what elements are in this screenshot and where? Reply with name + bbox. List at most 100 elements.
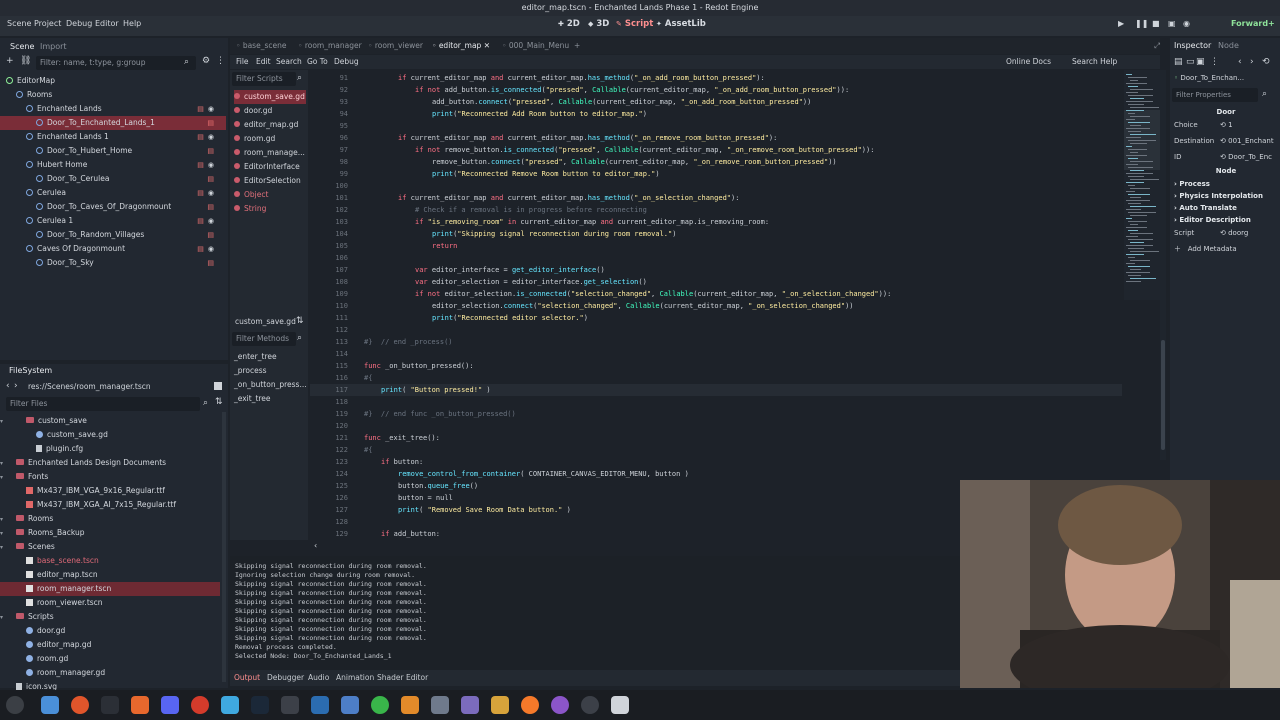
notes-icon[interactable]	[461, 696, 479, 714]
method-item[interactable]: _enter_tree	[234, 350, 306, 364]
collapse-icon[interactable]: ‹	[314, 541, 317, 550]
code-line[interactable]: print( "Button pressed!" )	[381, 386, 491, 394]
file-item[interactable]: base_scene.tscn	[0, 554, 220, 568]
code-line[interactable]: return	[432, 242, 457, 250]
filter-icon[interactable]: ⚙	[202, 56, 210, 66]
code-line[interactable]: if "is_removing_room" in current_editor_…	[415, 218, 769, 226]
blender-tool-icon[interactable]	[281, 696, 299, 714]
code-line[interactable]: #} // end func _on_button_pressed()	[364, 410, 516, 418]
tab-main-menu[interactable]: ◦ 000_Main_Menu	[502, 41, 569, 50]
scene-node[interactable]: Rooms	[0, 88, 226, 102]
play-icon[interactable]: ▶	[1118, 19, 1124, 28]
clock-icon[interactable]	[581, 696, 599, 714]
document-icon[interactable]	[341, 696, 359, 714]
file-item[interactable]: ▾ Rooms	[0, 512, 220, 526]
menu-help[interactable]: Help	[123, 19, 141, 28]
add-metadata-button[interactable]: ＋ Add Metadata	[1174, 243, 1278, 255]
node-indicators[interactable]: ▤◉	[197, 158, 218, 172]
back-icon[interactable]: ‹	[6, 381, 10, 391]
chrome-icon[interactable]	[371, 696, 389, 714]
link-icon[interactable]: ⛓	[20, 56, 31, 66]
script-list-item[interactable]: custom_save.gd	[234, 90, 306, 104]
scene-node[interactable]: Door_To_Cerulea ▤	[0, 172, 226, 186]
sort-icon[interactable]: ⇅	[215, 397, 223, 407]
script-list-item[interactable]: room.gd	[234, 132, 306, 146]
tab-shader-editor[interactable]: Shader Editor	[377, 673, 428, 682]
file-item[interactable]: ▾ Enchanted Lands Design Documents	[0, 456, 220, 470]
terminal-icon[interactable]	[101, 696, 119, 714]
files-filter-input[interactable]: Filter Files	[6, 397, 200, 411]
code-line[interactable]: remove_button.connect("pressed", Callabl…	[432, 158, 837, 166]
script-list-item[interactable]: door.gd	[234, 104, 306, 118]
add-node-icon[interactable]: +	[6, 56, 14, 66]
file-item[interactable]: custom_save.gd	[0, 428, 220, 442]
scene-node[interactable]: Door_To_Hubert_Home ▤	[0, 144, 226, 158]
forward-icon[interactable]: ›	[14, 381, 18, 391]
code-line[interactable]: editor_selection.connect("selection_chan…	[432, 302, 854, 310]
menu-file[interactable]: File	[236, 57, 249, 66]
scene-node[interactable]: Door_To_Random_Villages ▤	[0, 228, 226, 242]
script-list-item[interactable]: editor_map.gd	[234, 118, 306, 132]
section-physics-interpolation[interactable]: › Physics Interpolation	[1174, 190, 1278, 202]
file-item[interactable]: room_manager.tscn	[0, 582, 220, 596]
node-indicators[interactable]: ▤	[207, 228, 218, 242]
sort-icon[interactable]: ⇅	[296, 316, 304, 326]
code-line[interactable]: #} // end _process()	[364, 338, 453, 346]
file-item[interactable]: ▾ Scripts	[0, 610, 220, 624]
firefox-icon[interactable]	[71, 696, 89, 714]
code-line[interactable]: #{	[364, 374, 372, 382]
split-icon[interactable]	[214, 382, 222, 390]
vscode-icon[interactable]	[221, 696, 239, 714]
more-icon[interactable]: ⋮	[216, 56, 225, 66]
section-editor-description[interactable]: › Editor Description	[1174, 214, 1278, 226]
method-item[interactable]: _on_button_press...	[234, 378, 307, 392]
menu-debug[interactable]: Debug	[66, 19, 92, 28]
code-scrollbar[interactable]	[1160, 70, 1166, 460]
tab-audio[interactable]: Audio	[308, 673, 329, 682]
tab-node[interactable]: Node	[1218, 41, 1239, 50]
file-manager-icon[interactable]	[41, 696, 59, 714]
section-process[interactable]: › Process	[1174, 178, 1278, 190]
file-item[interactable]: ▾ Scenes	[0, 540, 220, 554]
code-line[interactable]: var editor_interface = get_editor_interf…	[415, 266, 605, 274]
add-tab-icon[interactable]: +	[574, 41, 580, 50]
workspace-3d[interactable]: ◆ 3D	[588, 19, 609, 29]
file-item[interactable]: Mx437_IBM_XGA_AI_7x15_Regular.ttf	[0, 498, 220, 512]
app-icon[interactable]	[131, 696, 149, 714]
tab-import[interactable]: Import	[40, 42, 67, 51]
tab-inspector[interactable]: Inspector	[1174, 41, 1211, 50]
code-editor[interactable]: 91 if current_editor_map and current_edit…	[310, 70, 1122, 540]
script-list-item[interactable]: Object	[234, 188, 306, 202]
filter-scripts-input[interactable]: Filter Scripts	[232, 72, 296, 86]
node-indicators[interactable]: ▤◉	[197, 130, 218, 144]
inspector-property[interactable]: Destination ⟲ 001_Enchant	[1174, 135, 1278, 147]
code-line[interactable]: func _on_button_pressed():	[364, 362, 474, 370]
code-line[interactable]: print("Reconnected editor selector.")	[432, 314, 588, 322]
back-icon[interactable]: ‹	[1238, 57, 1242, 67]
code-line[interactable]: # Check if a removal is in progress befo…	[415, 206, 647, 214]
inspector-property[interactable]: Choice ⟲ 1	[1174, 119, 1278, 131]
menu-edit[interactable]: Edit	[256, 57, 271, 66]
minimap[interactable]	[1124, 70, 1160, 300]
tab-editor-map[interactable]: ◦ editor_map ✕	[432, 41, 490, 50]
code-line[interactable]: if not remove_button.is_connected("press…	[415, 146, 874, 154]
method-item[interactable]: _exit_tree	[234, 392, 306, 406]
scene-node[interactable]: Enchanted Lands ▤◉	[0, 102, 226, 116]
forward-icon[interactable]: ›	[1250, 57, 1254, 67]
path-field[interactable]: res://Scenes/room_manager.tscn	[28, 382, 151, 391]
file-item[interactable]: Mx437_IBM_VGA_9x16_Regular.ttf	[0, 484, 220, 498]
file-item[interactable]: room_manager.gd	[0, 666, 220, 680]
workspace-script[interactable]: ✎ Script	[616, 19, 653, 29]
code-line[interactable]: if current_editor_map and current_editor…	[398, 134, 777, 142]
node-indicators[interactable]: ▤	[207, 172, 218, 186]
camera-icon[interactable]	[311, 696, 329, 714]
code-line[interactable]: func _exit_tree():	[364, 434, 440, 442]
code-line[interactable]: print("Skipping signal reconnection duri…	[432, 230, 676, 238]
menu-editor[interactable]: Editor	[95, 19, 119, 28]
scene-filter-input[interactable]: Filter: name, t:type, g:group	[36, 56, 196, 70]
file-item[interactable]: room.gd	[0, 652, 220, 666]
more-icon[interactable]: ⋮	[1210, 57, 1219, 67]
tab-room-viewer[interactable]: ◦ room_viewer	[368, 41, 423, 50]
object-name[interactable]: ◦ Door_To_Enchan...	[1174, 72, 1278, 84]
node-indicators[interactable]: ▤	[207, 200, 218, 214]
